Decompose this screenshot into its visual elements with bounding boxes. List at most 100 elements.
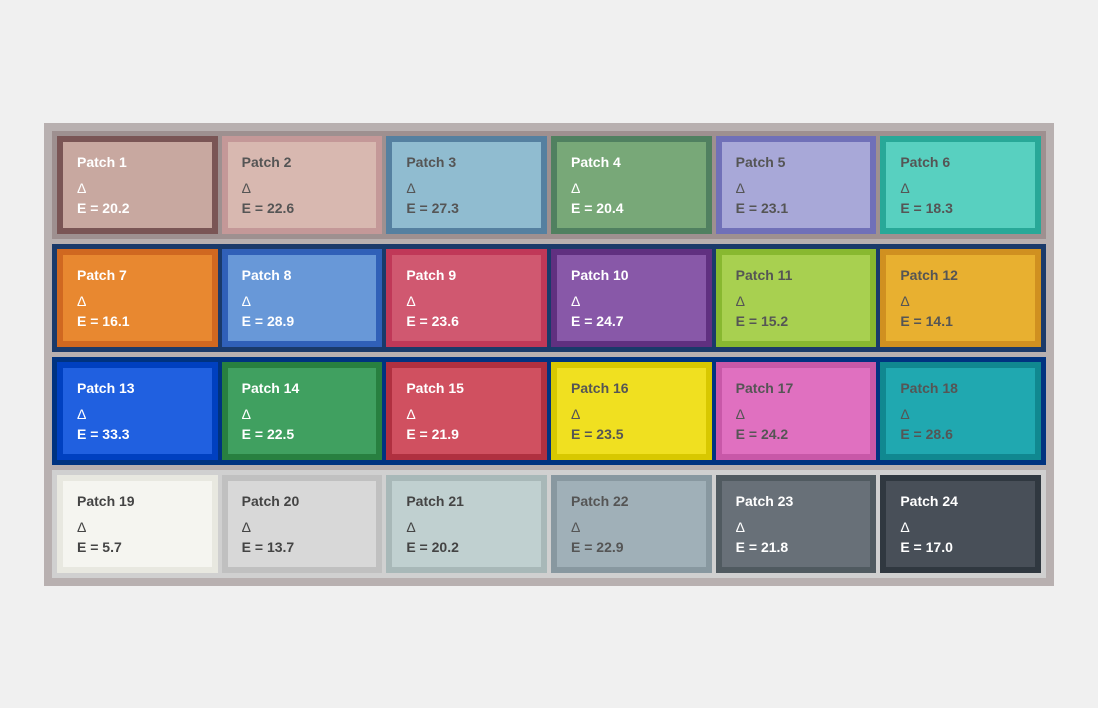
patch-19-title: Patch 19 <box>77 493 198 509</box>
patch-5-e-value: E = 23.1 <box>736 200 857 216</box>
patch-15-title: Patch 15 <box>406 380 527 396</box>
patch-16-inner: Patch 16ΔE = 23.5 <box>557 368 706 454</box>
patch-14-title: Patch 14 <box>242 380 363 396</box>
patch-20-outer: Patch 20 Δ E = 13.7 <box>222 475 383 573</box>
patch-10-title: Patch 10 <box>571 267 692 283</box>
patch-21-delta: Δ <box>406 519 527 535</box>
patch-18-outer: Patch 18 Δ E = 28.6 <box>880 362 1041 460</box>
patch-1-e-value: E = 20.2 <box>77 200 198 216</box>
patch-7-outer: Patch 7ΔE = 16.1 <box>57 249 218 347</box>
patch-6-e-value: E = 18.3 <box>900 200 1021 216</box>
patch-3-inner: Patch 3 Δ E = 27.3 <box>392 142 541 228</box>
patch-23-e-value: E = 21.8 <box>736 539 857 555</box>
patch-12-delta: Δ <box>900 293 1021 309</box>
patch-1-outer: Patch 1ΔE = 20.2 <box>57 136 218 234</box>
patch-21-title: Patch 21 <box>406 493 527 509</box>
patch-23-inner: Patch 23ΔE = 21.8 <box>722 481 871 567</box>
row-2: Patch 7ΔE = 16.1Patch 8ΔE = 28.9Patch 9Δ… <box>52 244 1046 352</box>
patch-3-title: Patch 3 <box>406 154 527 170</box>
patch-12-e-value: E = 14.1 <box>900 313 1021 329</box>
patch-22-delta: Δ <box>571 519 692 535</box>
patch-22-inner: Patch 22ΔE = 22.9 <box>557 481 706 567</box>
patch-24-inner: Patch 24ΔE = 17.0 <box>886 481 1035 567</box>
patch-6-delta: Δ <box>900 180 1021 196</box>
patch-23-title: Patch 23 <box>736 493 857 509</box>
patch-23-outer: Patch 23ΔE = 21.8 <box>716 475 877 573</box>
row-4: Patch 19ΔE = 5.7Patch 20ΔE = 13.7Patch 2… <box>52 470 1046 578</box>
patch-16-outer: Patch 16ΔE = 23.5 <box>551 362 712 460</box>
patch-17-inner: Patch 17 Δ E = 24.2 <box>722 368 871 454</box>
patch-3-e-value: E = 27.3 <box>406 200 527 216</box>
patch-15-e-value: E = 21.9 <box>406 426 527 442</box>
patch-24-title: Patch 24 <box>900 493 1021 509</box>
patch-2-e-value: E = 22.6 <box>242 200 363 216</box>
patch-18-delta: Δ <box>900 406 1021 422</box>
patch-19-delta: Δ <box>77 519 198 535</box>
patch-18-e-value: E = 28.6 <box>900 426 1021 442</box>
patch-22-outer: Patch 22ΔE = 22.9 <box>551 475 712 573</box>
patch-7-inner: Patch 7ΔE = 16.1 <box>63 255 212 341</box>
patch-12-title: Patch 12 <box>900 267 1021 283</box>
patch-24-e-value: E = 17.0 <box>900 539 1021 555</box>
patch-12-outer: Patch 12 Δ E = 14.1 <box>880 249 1041 347</box>
patch-20-delta: Δ <box>242 519 363 535</box>
patch-19-outer: Patch 19 Δ E = 5.7 <box>57 475 218 573</box>
patch-16-delta: Δ <box>571 406 692 422</box>
patch-5-inner: Patch 5ΔE = 23.1 <box>722 142 871 228</box>
patch-21-inner: Patch 21 Δ E = 20.2 <box>392 481 541 567</box>
patch-4-delta: Δ <box>571 180 692 196</box>
patch-17-title: Patch 17 <box>736 380 857 396</box>
patch-15-outer: Patch 15ΔE = 21.9 <box>386 362 547 460</box>
patch-17-outer: Patch 17 Δ E = 24.2 <box>716 362 877 460</box>
patch-5-outer: Patch 5ΔE = 23.1 <box>716 136 877 234</box>
patch-14-outer: Patch 14ΔE = 22.5 <box>222 362 383 460</box>
patch-8-title: Patch 8 <box>242 267 363 283</box>
patch-2-inner: Patch 2ΔE = 22.6 <box>228 142 377 228</box>
patch-21-outer: Patch 21 Δ E = 20.2 <box>386 475 547 573</box>
patch-19-inner: Patch 19 Δ E = 5.7 <box>63 481 212 567</box>
patch-15-inner: Patch 15ΔE = 21.9 <box>392 368 541 454</box>
patch-8-e-value: E = 28.9 <box>242 313 363 329</box>
patch-2-title: Patch 2 <box>242 154 363 170</box>
patch-9-title: Patch 9 <box>406 267 527 283</box>
patch-9-e-value: E = 23.6 <box>406 313 527 329</box>
patch-21-e-value: E = 20.2 <box>406 539 527 555</box>
patch-9-outer: Patch 9 Δ E = 23.6 <box>386 249 547 347</box>
patch-2-outer: Patch 2ΔE = 22.6 <box>222 136 383 234</box>
patch-7-e-value: E = 16.1 <box>77 313 198 329</box>
patch-10-inner: Patch 10ΔE = 24.7 <box>557 255 706 341</box>
patch-20-title: Patch 20 <box>242 493 363 509</box>
patch-9-delta: Δ <box>406 293 527 309</box>
patch-8-inner: Patch 8ΔE = 28.9 <box>228 255 377 341</box>
patch-12-inner: Patch 12 Δ E = 14.1 <box>886 255 1035 341</box>
patch-6-inner: Patch 6 Δ E = 18.3 <box>886 142 1035 228</box>
patch-4-outer: Patch 4ΔE = 20.4 <box>551 136 712 234</box>
patch-11-outer: Patch 11 Δ E = 15.2 <box>716 249 877 347</box>
patch-11-delta: Δ <box>736 293 857 309</box>
patch-18-title: Patch 18 <box>900 380 1021 396</box>
patch-11-inner: Patch 11 Δ E = 15.2 <box>722 255 871 341</box>
patch-19-e-value: E = 5.7 <box>77 539 198 555</box>
patch-22-e-value: E = 22.9 <box>571 539 692 555</box>
patch-3-delta: Δ <box>406 180 527 196</box>
patch-1-delta: Δ <box>77 180 198 196</box>
patch-13-title: Patch 13 <box>77 380 198 396</box>
patch-3-outer: Patch 3 Δ E = 27.3 <box>386 136 547 234</box>
patch-11-title: Patch 11 <box>736 267 857 283</box>
patch-10-e-value: E = 24.7 <box>571 313 692 329</box>
patch-16-title: Patch 16 <box>571 380 692 396</box>
patch-7-title: Patch 7 <box>77 267 198 283</box>
patch-13-delta: Δ <box>77 406 198 422</box>
patch-24-outer: Patch 24ΔE = 17.0 <box>880 475 1041 573</box>
patch-14-e-value: E = 22.5 <box>242 426 363 442</box>
patch-8-outer: Patch 8ΔE = 28.9 <box>222 249 383 347</box>
patch-17-e-value: E = 24.2 <box>736 426 857 442</box>
patch-13-outer: Patch 13ΔE = 33.3 <box>57 362 218 460</box>
patch-20-e-value: E = 13.7 <box>242 539 363 555</box>
patch-11-e-value: E = 15.2 <box>736 313 857 329</box>
patch-17-delta: Δ <box>736 406 857 422</box>
patch-4-e-value: E = 20.4 <box>571 200 692 216</box>
patch-14-inner: Patch 14ΔE = 22.5 <box>228 368 377 454</box>
patch-6-title: Patch 6 <box>900 154 1021 170</box>
grid-container: Patch 1ΔE = 20.2Patch 2ΔE = 22.6Patch 3Δ… <box>44 123 1054 586</box>
